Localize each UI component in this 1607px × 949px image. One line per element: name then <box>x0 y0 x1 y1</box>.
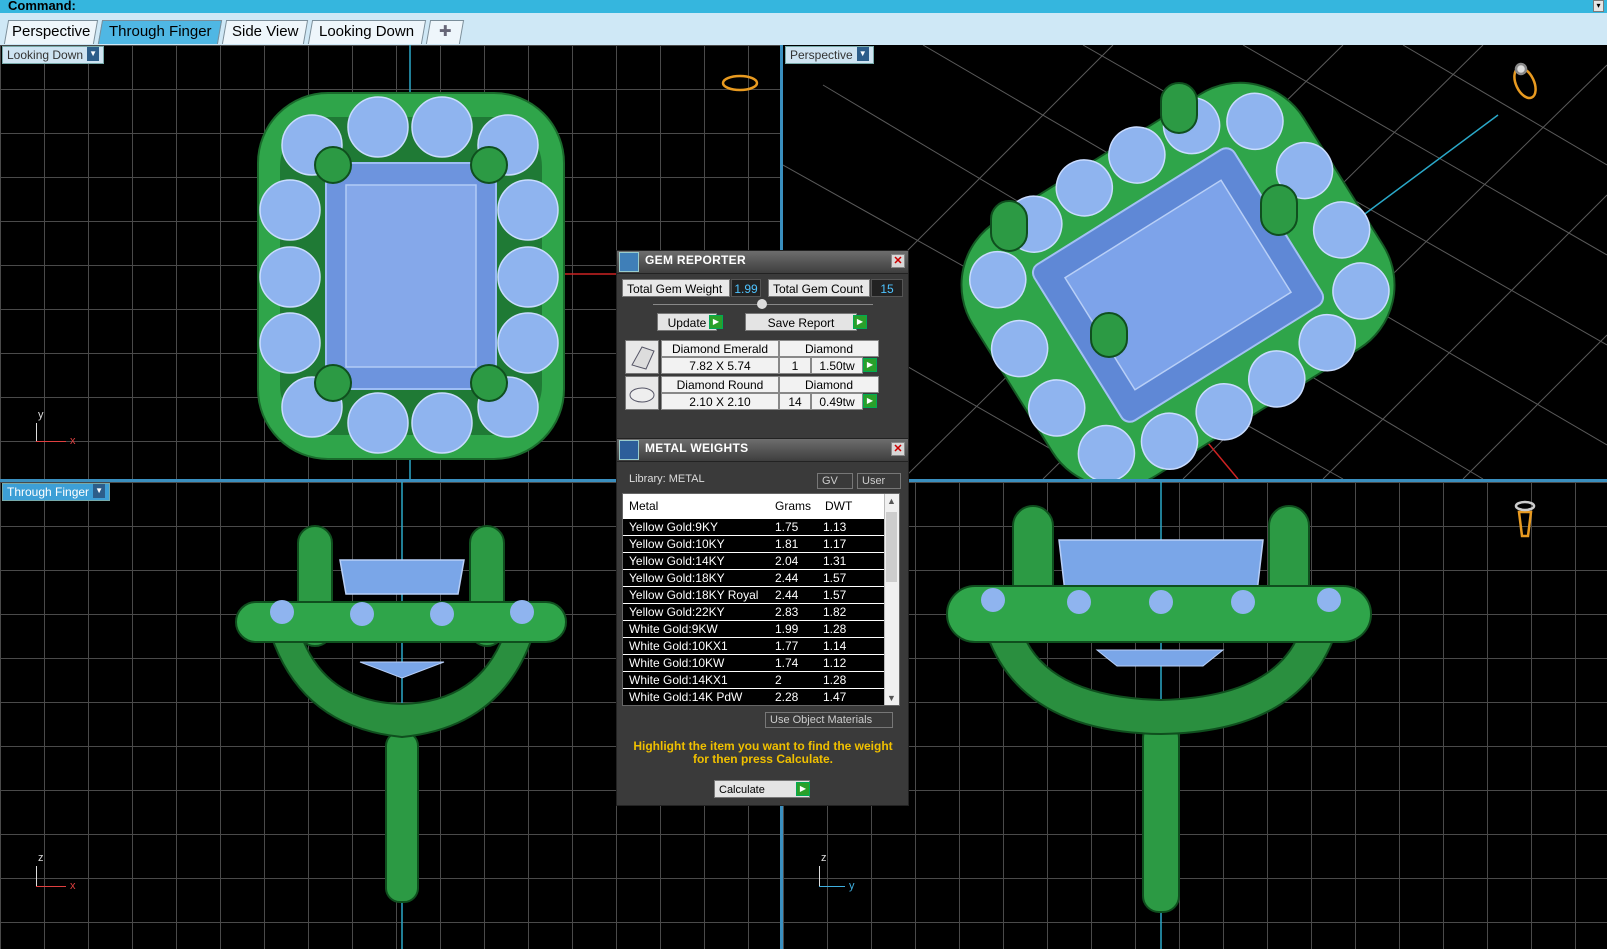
total-gem-count-value: 15 <box>871 279 903 297</box>
table-row[interactable]: Yellow Gold:9KY 1.75 1.13 <box>623 518 887 535</box>
command-dropdown-icon[interactable]: ▾ <box>1593 0 1604 12</box>
scroll-down-icon[interactable]: ▼ <box>887 693 896 703</box>
viewport-menu-icon[interactable]: ▼ <box>87 47 100 61</box>
viewport-label-through-finger[interactable]: Through Finger ▼ <box>2 483 111 501</box>
use-object-materials-toggle[interactable]: Use Object Materials <box>765 712 893 728</box>
close-icon[interactable]: ✕ <box>891 442 905 456</box>
command-bar: Command: ▾ <box>0 0 1607 13</box>
metal-table-scrollbar[interactable]: ▲ ▼ <box>884 494 899 705</box>
table-row[interactable]: White Gold:10KW 1.74 1.12 <box>623 654 887 671</box>
column-dwt[interactable]: DWT <box>825 499 852 513</box>
total-gem-count-label: Total Gem Count <box>768 279 870 297</box>
metal-weights-title: METAL WEIGHTS <box>645 441 749 455</box>
scrollbar-thumb[interactable] <box>886 512 897 582</box>
axis-z-label: z <box>821 852 827 864</box>
update-button[interactable]: Update <box>657 313 717 331</box>
gem-reporter-icon <box>619 252 639 272</box>
gem-details-icon[interactable]: ▶ <box>863 358 877 372</box>
save-report-go-icon[interactable]: ▶ <box>853 315 867 329</box>
metal-weights-header[interactable]: METAL WEIGHTS ✕ <box>617 439 908 462</box>
column-grams[interactable]: Grams <box>775 499 811 513</box>
calculate-hint-text: Highlight the item you want to find the … <box>633 739 893 766</box>
tab-looking-down[interactable]: Looking Down <box>307 20 427 44</box>
table-row[interactable]: Yellow Gold:18KY Royal 2.44 1.57 <box>623 586 887 603</box>
gem-reporter-header[interactable]: GEM REPORTER ✕ <box>617 251 908 274</box>
table-row[interactable]: White Gold:14K PdW 2.28 1.47 <box>623 688 887 705</box>
gem-row[interactable]: Diamond Emerald Diamond 7.82 X 5.74 1 1.… <box>625 340 901 374</box>
add-tab-icon[interactable]: ✚ <box>425 20 465 44</box>
viewport-menu-icon[interactable]: ▼ <box>93 484 106 498</box>
total-gem-weight-label: Total Gem Weight <box>622 279 730 297</box>
save-report-button[interactable]: Save Report <box>745 313 857 331</box>
viewport-label-looking-down[interactable]: Looking Down ▼ <box>2 46 105 64</box>
library-label: Library: METAL <box>629 473 705 485</box>
table-row[interactable]: Yellow Gold:10KY 1.81 1.17 <box>623 535 887 552</box>
axis-z-label: z <box>38 852 44 864</box>
table-row[interactable]: White Gold:14KX1 2 1.28 <box>623 671 887 688</box>
tab-perspective[interactable]: Perspective <box>3 20 99 44</box>
scroll-up-icon[interactable]: ▲ <box>887 496 896 506</box>
table-row[interactable]: Yellow Gold:14KY 2.04 1.31 <box>623 552 887 569</box>
metal-table-header: Metal Grams DWT <box>623 494 887 519</box>
metal-table[interactable]: Metal Grams DWT Yellow Gold:9KY 1.75 1.13 … <box>622 493 900 706</box>
user-toggle[interactable]: User <box>857 473 901 489</box>
axis-x-label: x <box>70 435 76 447</box>
gem-details-icon[interactable]: ▶ <box>863 394 877 408</box>
gv-toggle[interactable]: GV <box>817 473 853 489</box>
gem-reporter-title: GEM REPORTER <box>645 253 746 267</box>
tab-side-view[interactable]: Side View <box>221 20 309 44</box>
total-gem-weight-value: 1.99 <box>731 279 761 297</box>
column-metal[interactable]: Metal <box>629 499 658 513</box>
command-label: Command: <box>8 0 76 13</box>
gem-reporter-panel: GEM REPORTER ✕ Total Gem Weight 1.99 Tot… <box>616 250 909 440</box>
axis-x-label: x <box>70 880 76 892</box>
tab-through-finger[interactable]: Through Finger <box>97 20 223 44</box>
tab-strip: Perspective Through Finger Side View Loo… <box>0 13 1607 46</box>
metal-weights-icon <box>619 440 639 460</box>
round-gem-icon <box>625 376 659 410</box>
table-row[interactable]: Yellow Gold:18KY 2.44 1.57 <box>623 569 887 586</box>
table-row[interactable]: White Gold:10KX1 1.77 1.14 <box>623 637 887 654</box>
viewport-label-perspective[interactable]: Perspective ▼ <box>785 46 874 64</box>
emerald-gem-icon <box>625 340 659 374</box>
close-icon[interactable]: ✕ <box>891 254 905 268</box>
calculate-go-icon[interactable]: ▶ <box>796 782 810 796</box>
gem-row[interactable]: Diamond Round Diamond 2.10 X 2.10 14 0.4… <box>625 376 901 410</box>
viewport-menu-icon[interactable]: ▼ <box>856 47 869 61</box>
update-go-icon[interactable]: ▶ <box>709 315 723 329</box>
axis-y-label: y <box>849 880 855 892</box>
axis-y-label: y <box>38 409 44 421</box>
table-row[interactable]: White Gold:9KW 1.99 1.28 <box>623 620 887 637</box>
table-row[interactable]: Yellow Gold:22KY 2.83 1.82 <box>623 603 887 620</box>
